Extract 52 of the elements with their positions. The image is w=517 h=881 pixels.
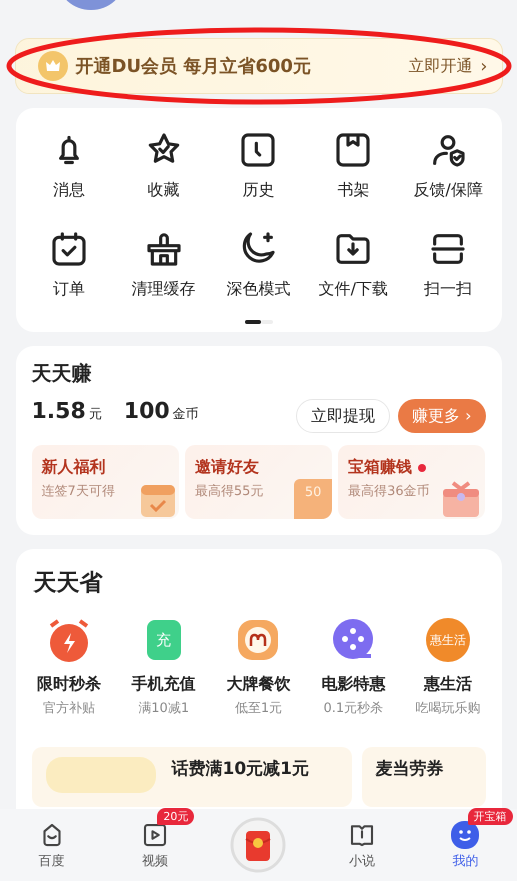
- deal-title[interactable]: 限时秒杀: [36, 674, 101, 695]
- shortcut-label[interactable]: 历史: [242, 180, 274, 201]
- crown-icon: [38, 51, 68, 81]
- nav-tab[interactable]: 百度: [36, 820, 67, 870]
- promo-card[interactable]: 话费满10元减1元: [32, 747, 352, 807]
- coin-amount: 100: [124, 399, 170, 424]
- promo-title: 麦当劳券: [376, 758, 444, 780]
- nav-tab[interactable]: 小说: [346, 820, 377, 870]
- notification-badge: 开宝箱: [468, 808, 513, 825]
- task-title: 宝箱赚钱: [348, 457, 412, 478]
- shortcut-label[interactable]: 文件/下载: [318, 279, 388, 300]
- deal-subtitle: 吃喝玩乐购: [416, 700, 481, 717]
- promo-title: 话费满10元减1元: [172, 758, 309, 780]
- membership-title: 开通DU会员 每月立省600元: [76, 55, 311, 78]
- coin-box-icon: 50: [294, 479, 332, 519]
- coin-unit: 金币: [172, 406, 199, 423]
- shortcut-label[interactable]: 收藏: [148, 180, 180, 201]
- deal-subtitle: 低至1元: [234, 700, 282, 717]
- deal-subtitle: 官方补贴: [42, 700, 95, 717]
- task-card[interactable]: 宝箱赚钱 最高得36金币: [338, 445, 486, 519]
- task-subtitle: 最高得36金币: [348, 483, 430, 500]
- notification-badge: 20元: [157, 808, 194, 825]
- task-title: 新人福利: [42, 457, 106, 478]
- cash-amount: 1.58: [32, 399, 86, 424]
- task-subtitle: 连签7天可得: [42, 483, 115, 500]
- shortcut-label[interactable]: 深色模式: [226, 279, 290, 300]
- section-title: 天天省: [32, 569, 104, 598]
- task-card[interactable]: 新人福利 连签7天可得: [32, 445, 179, 519]
- deal-title[interactable]: 电影特惠: [321, 674, 386, 695]
- membership-banner[interactable]: 开通DU会员 每月立省600元 立即开通 ›: [14, 38, 502, 94]
- promo-card[interactable]: 麦当劳券: [362, 747, 486, 807]
- task-subtitle: 最高得55元: [194, 483, 264, 500]
- deal-subtitle: 满10减1: [138, 700, 190, 717]
- deal-title[interactable]: 手机充值: [132, 674, 196, 695]
- shortcut-label[interactable]: 反馈/保障: [413, 180, 483, 201]
- activate-link[interactable]: 立即开通: [408, 56, 472, 76]
- task-title: 邀请好友: [194, 457, 259, 478]
- smiley-avatar-icon: [450, 820, 480, 850]
- shortcut-label[interactable]: 书架: [337, 180, 370, 201]
- deal-title[interactable]: 大牌餐饮: [226, 674, 290, 695]
- deal-subtitle: 0.1元秒杀: [323, 700, 384, 717]
- withdraw-button[interactable]: 立即提现: [296, 399, 390, 433]
- task-card[interactable]: 邀请好友 最高得55元 50: [184, 445, 332, 519]
- chevron-icon: ›: [480, 56, 488, 76]
- envelope-button[interactable]: [230, 817, 286, 873]
- shortcut-label[interactable]: 订单: [52, 279, 85, 300]
- cash-unit: 元: [88, 406, 102, 423]
- deal-title[interactable]: 惠生活: [424, 674, 472, 695]
- section-title: 天天赚: [32, 360, 92, 387]
- shortcut-label[interactable]: 清理缓存: [132, 279, 196, 300]
- shortcut-label[interactable]: 消息: [52, 180, 85, 201]
- shortcut-label[interactable]: 扫一扫: [424, 279, 472, 300]
